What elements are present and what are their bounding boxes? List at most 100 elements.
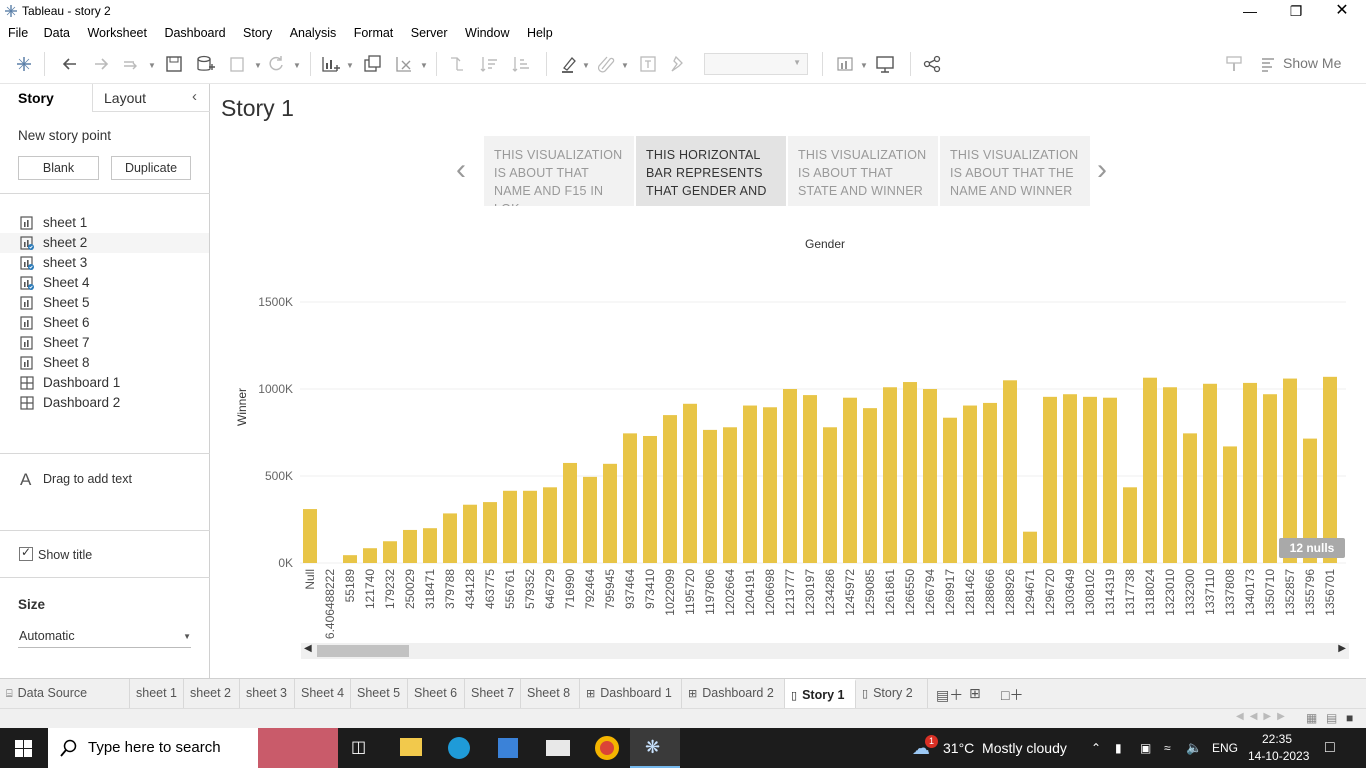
bar[interactable] — [823, 427, 837, 563]
story-point-caption[interactable]: THIS VISUALIZATION IS ABOUT THAT NAME AN… — [484, 136, 634, 206]
bar[interactable] — [803, 395, 817, 563]
fit-dropdown[interactable]: ▼ — [704, 53, 808, 75]
file-explorer-icon[interactable] — [400, 738, 422, 756]
chevron-down-icon[interactable]: ▼ — [621, 61, 629, 70]
sheet-list-item[interactable]: sheet 3 — [0, 253, 209, 273]
duplicate-sheet-icon[interactable] — [362, 54, 382, 74]
menu-analysis[interactable]: Analysis — [278, 22, 337, 40]
group-members-icon[interactable] — [596, 54, 616, 74]
undo-icon[interactable] — [60, 54, 80, 74]
camera-icon[interactable]: ▣ — [1140, 728, 1151, 768]
new-worksheet-icon[interactable] — [320, 54, 340, 74]
scroll-left-icon[interactable]: ◀ — [304, 643, 312, 654]
presentation-mode-icon[interactable] — [875, 54, 895, 74]
new-story-tab-icon[interactable]: □＋ — [1001, 685, 1023, 705]
nulls-indicator[interactable]: 12 nulls — [1279, 538, 1345, 558]
show-filmstrip-icon[interactable]: ▤ — [1326, 711, 1337, 725]
bar[interactable] — [1143, 377, 1157, 563]
bar[interactable] — [1123, 487, 1137, 563]
bar[interactable] — [363, 548, 377, 563]
swap-rows-columns-icon[interactable] — [447, 54, 467, 74]
bar[interactable] — [983, 402, 997, 563]
tab-sheet-2[interactable]: sheet 2 — [184, 679, 240, 709]
bar[interactable] — [1163, 387, 1177, 563]
sort-descending-icon[interactable] — [511, 54, 531, 74]
scroll-right-icon[interactable]: ▶ — [1338, 643, 1346, 654]
bar[interactable] — [1263, 394, 1277, 563]
bar[interactable] — [623, 433, 637, 563]
menu-help[interactable]: Help — [515, 22, 553, 40]
share-icon[interactable] — [922, 54, 942, 74]
chevron-down-icon[interactable]: ▼ — [582, 61, 590, 70]
sheet-list-item[interactable]: Sheet 4 — [0, 273, 209, 293]
bar[interactable] — [723, 427, 737, 563]
story-title[interactable]: Story 1 — [221, 95, 294, 122]
highlight-icon[interactable] — [559, 54, 579, 74]
previous-story-point-icon[interactable]: ‹ — [456, 152, 466, 188]
tab-dashboard-2[interactable]: ⊞ Dashboard 2 — [682, 679, 785, 709]
sheet-list-item[interactable]: sheet 1 — [0, 213, 209, 233]
bar[interactable] — [643, 435, 657, 563]
tab-sheet-8[interactable]: Sheet 8 — [521, 679, 580, 709]
close-icon[interactable]: ✕ — [1319, 0, 1365, 22]
next-story-point-icon[interactable]: › — [1097, 152, 1107, 188]
bar[interactable] — [1003, 380, 1017, 563]
bar[interactable] — [903, 382, 917, 563]
taskbar-search-input[interactable]: Type here to search — [48, 728, 338, 768]
tab-layout[interactable]: Layout — [104, 90, 146, 106]
weather-cloud-icon[interactable]: ☁ — [912, 728, 930, 768]
sheet-list-item[interactable]: sheet 2 — [0, 233, 209, 253]
battery-icon[interactable]: ▮ — [1115, 728, 1122, 768]
sheet-list-item[interactable]: Sheet 7 — [0, 333, 209, 353]
menu-story[interactable]: Story — [231, 22, 272, 40]
story-point-caption[interactable]: THIS HORIZONTAL BAR REPRESENTS THAT GEND… — [636, 136, 786, 206]
bar[interactable] — [763, 407, 777, 563]
drag-to-add-text[interactable]: Drag to add text — [43, 472, 132, 486]
chevron-down-icon[interactable]: ▼ — [346, 61, 354, 70]
sheet-list-item[interactable]: Sheet 8 — [0, 353, 209, 373]
bar[interactable] — [1323, 376, 1337, 563]
bar[interactable] — [403, 529, 417, 563]
bar[interactable] — [503, 490, 517, 563]
sheet-list-item[interactable]: Dashboard 2 — [0, 393, 209, 413]
tab-sheet-4[interactable]: Sheet 4 — [295, 679, 351, 709]
bar[interactable] — [583, 476, 597, 563]
bar[interactable] — [843, 397, 857, 563]
bar[interactable] — [1203, 383, 1217, 563]
tab-sheet-7[interactable]: Sheet 7 — [465, 679, 521, 709]
bar[interactable] — [443, 513, 457, 563]
bar[interactable] — [563, 462, 577, 563]
bar[interactable] — [1023, 531, 1037, 563]
menu-worksheet[interactable]: Worksheet — [75, 22, 147, 40]
menu-window[interactable]: Window — [453, 22, 509, 40]
clear-sheet-icon[interactable] — [394, 54, 414, 74]
bar[interactable] — [683, 403, 697, 563]
sheet-list-item[interactable]: Sheet 6 — [0, 313, 209, 333]
minimize-icon[interactable]: — — [1227, 0, 1273, 22]
redo-icon[interactable] — [91, 54, 111, 74]
collapse-pane-icon[interactable]: ‹ — [192, 88, 197, 105]
chevron-down-icon[interactable]: ▼ — [293, 61, 301, 70]
bar[interactable] — [1243, 382, 1257, 563]
blank-button[interactable]: Blank — [18, 156, 99, 180]
bar[interactable] — [1223, 446, 1237, 563]
bar[interactable] — [463, 504, 477, 563]
bar[interactable] — [483, 502, 497, 563]
menu-data[interactable]: Data — [34, 22, 70, 40]
size-dropdown[interactable]: Automatic ▼ — [18, 626, 191, 648]
bar[interactable] — [1283, 378, 1297, 563]
bar[interactable] — [923, 389, 937, 563]
bar[interactable] — [303, 509, 317, 563]
clock-time[interactable]: 22:35 — [1262, 732, 1292, 746]
new-worksheet-tab-icon[interactable]: ▤＋ — [936, 685, 963, 705]
weather-text[interactable]: 31°C Mostly cloudy — [943, 728, 1067, 768]
volume-icon[interactable]: 🔈 — [1186, 728, 1202, 768]
language-indicator[interactable]: ENG — [1212, 728, 1238, 768]
clock-date[interactable]: 14-10-2023 — [1248, 749, 1309, 763]
bar[interactable] — [963, 405, 977, 563]
tableau-taskbar-button[interactable]: ❋ — [630, 728, 680, 768]
paste-icon[interactable] — [227, 54, 247, 74]
bar[interactable] — [1183, 433, 1197, 563]
bar[interactable] — [783, 389, 797, 563]
scrollbar-thumb[interactable] — [317, 645, 409, 657]
